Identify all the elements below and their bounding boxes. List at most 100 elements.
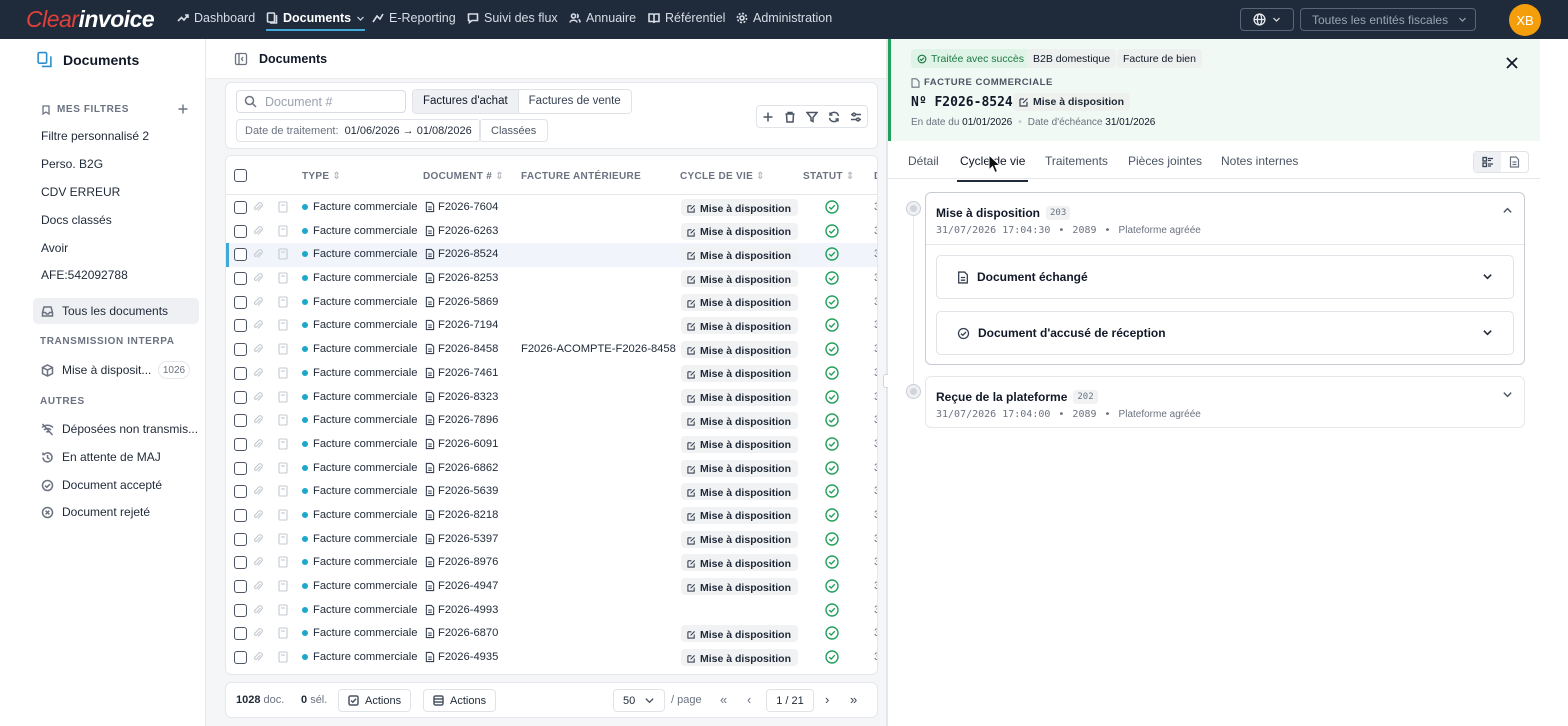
search-input[interactable]: Document # (236, 90, 406, 113)
close-icon[interactable] (1505, 56, 1519, 70)
nav-documents[interactable]: Documents (266, 11, 366, 31)
delete-button[interactable] (779, 106, 801, 127)
table-row[interactable]: Facture commerciale F2026-8253 Mise à disp… (226, 267, 877, 291)
event-card[interactable]: Reçue de la plateforme 202 31/07/2026 17:… (925, 376, 1525, 428)
row-checkbox[interactable] (234, 580, 247, 593)
sidebar-collapse-icon[interactable] (234, 52, 248, 66)
avatar[interactable]: XB (1509, 4, 1541, 36)
paperclip-icon[interactable] (253, 604, 263, 616)
paperclip-icon[interactable] (253, 462, 263, 474)
paperclip-icon[interactable] (253, 414, 263, 426)
cell-document-number[interactable]: F2026-7461 (438, 367, 498, 379)
tab-pieces-jointes[interactable]: Pièces jointes (1128, 154, 1202, 168)
table-row[interactable]: Facture commerciale F2026-4947 Mise à disp… (226, 575, 877, 599)
table-row[interactable]: Facture commerciale F2026-7194 Mise à disp… (226, 314, 877, 338)
cell-document-number[interactable]: F2026-5397 (438, 533, 498, 545)
row-checkbox[interactable] (234, 272, 247, 286)
table-row[interactable]: Facture commerciale F2026-8323 Mise à disp… (226, 386, 877, 410)
table-row[interactable]: Facture commerciale F2026-6862 Mise à disp… (226, 457, 877, 481)
paperclip-icon[interactable] (253, 272, 263, 284)
cell-document-number[interactable]: F2026-8218 (438, 509, 498, 521)
chevron-down-icon[interactable] (1502, 389, 1513, 400)
bulk-actions-button[interactable]: Actions (423, 689, 497, 712)
sidebar-filter[interactable]: CDV ERREUR (41, 185, 120, 199)
first-page-icon[interactable]: « (720, 692, 727, 707)
nav-ereporting[interactable]: E-Reporting (372, 11, 456, 25)
row-checkbox[interactable] (234, 603, 247, 617)
chevron-up-icon[interactable] (1502, 205, 1513, 216)
entity-select[interactable]: Toutes les entités fiscales (1300, 8, 1476, 31)
add-button[interactable] (757, 106, 779, 127)
row-checkbox[interactable] (234, 366, 247, 380)
seg-factures-achat[interactable]: Factures d'achat (413, 90, 518, 113)
document-preview-icon[interactable] (278, 580, 288, 592)
date-range-filter[interactable]: Date de traitement: 01/06/2026 → 01/08/2… (236, 119, 481, 142)
col-document[interactable]: DOCUMENT # ⇕ (423, 171, 504, 182)
document-view-icon[interactable] (1501, 152, 1528, 172)
row-checkbox[interactable] (234, 224, 247, 238)
table-row[interactable]: Facture commerciale F2026-5397 Mise à disp… (226, 528, 877, 552)
table-row[interactable]: Facture commerciale F2026-6091 Mise à disp… (226, 433, 877, 457)
paperclip-icon[interactable] (253, 438, 263, 450)
cell-document-number[interactable]: F2026-7194 (438, 319, 498, 331)
table-row[interactable]: Facture commerciale F2026-8976 Mise à disp… (226, 551, 877, 575)
cell-document-number[interactable]: F2026-6091 (438, 438, 498, 450)
cell-document-number[interactable]: F2026-4947 (438, 580, 498, 592)
document-preview-icon[interactable] (278, 509, 288, 521)
row-checkbox[interactable] (234, 508, 247, 522)
classees-filter[interactable]: Classées (479, 119, 549, 142)
tab-notes-internes[interactable]: Notes internes (1221, 154, 1298, 168)
table-row[interactable]: Facture commerciale F2026-4993 3 (226, 599, 877, 623)
sidebar-filter[interactable]: Filtre personnalisé 2 (41, 129, 149, 143)
sidebar-item-mise-a-disposition[interactable]: Mise à disposit... (41, 363, 151, 377)
cell-document-number[interactable]: F2026-4993 (438, 604, 498, 616)
logo[interactable]: Clearinvoice (26, 6, 155, 33)
document-preview-icon[interactable] (278, 533, 288, 545)
document-preview-icon[interactable] (278, 248, 288, 260)
row-checkbox[interactable] (234, 390, 247, 404)
document-preview-icon[interactable] (278, 272, 288, 284)
paperclip-icon[interactable] (253, 627, 263, 639)
table-row[interactable]: Facture commerciale F2026-6263 Mise à disp… (226, 220, 877, 244)
document-preview-icon[interactable] (278, 225, 288, 237)
document-preview-icon[interactable] (278, 390, 288, 403)
document-preview-icon[interactable] (278, 367, 288, 379)
table-row[interactable]: Facture commerciale F2026-5639 Mise à disp… (226, 480, 877, 504)
sidebar-filter[interactable]: Perso. B2G (41, 157, 103, 171)
sidebar-item-all-documents-label[interactable]: Tous les documents (41, 304, 168, 318)
row-checkbox[interactable] (234, 651, 247, 665)
cell-document-number[interactable]: F2026-6870 (438, 627, 498, 639)
event-title[interactable]: Reçue de la plateforme 202 (936, 390, 1098, 404)
row-checkbox[interactable] (234, 556, 247, 570)
table-row[interactable]: Facture commerciale F2026-8458 F2026-ACOMP… (226, 338, 877, 362)
sidebar-item-attente-maj[interactable]: En attente de MAJ (41, 450, 161, 464)
sidebar-filter[interactable]: Avoir (41, 241, 68, 255)
table-row[interactable]: Facture commerciale F2026-4935 Mise à disp… (226, 646, 877, 670)
paperclip-icon[interactable] (253, 509, 263, 521)
paperclip-icon[interactable] (253, 343, 263, 355)
cell-document-number[interactable]: F2026-8253 (438, 272, 498, 284)
language-button[interactable] (1240, 8, 1294, 31)
prev-page-icon[interactable]: ‹ (747, 692, 751, 707)
nav-suivi-flux[interactable]: Suivi des flux (467, 11, 558, 25)
col-type[interactable]: TYPE ⇕ (302, 171, 341, 182)
paperclip-icon[interactable] (253, 391, 263, 403)
cell-document-number[interactable]: F2026-8976 (438, 556, 498, 568)
nav-administration[interactable]: Administration (736, 11, 832, 25)
cell-document-number[interactable]: F2026-4935 (438, 651, 498, 663)
paperclip-icon[interactable] (253, 485, 263, 497)
tab-detail[interactable]: Détail (908, 154, 939, 168)
sidebar-item-document-rejete[interactable]: Document rejeté (41, 505, 150, 519)
row-checkbox[interactable] (234, 201, 247, 214)
row-checkbox[interactable] (234, 461, 247, 475)
row-checkbox[interactable] (234, 295, 247, 309)
sidebar-filter[interactable]: AFE:542092788 (41, 268, 128, 282)
table-row[interactable]: Facture commerciale F2026-8218 Mise à disp… (226, 504, 877, 528)
col-statut[interactable]: STATUT ⇕ (803, 171, 855, 182)
document-preview-icon[interactable] (278, 627, 288, 639)
cell-document-number[interactable]: F2026-8524 (438, 248, 498, 260)
select-all-checkbox[interactable] (234, 169, 247, 182)
last-page-icon[interactable]: » (850, 692, 857, 707)
page-indicator[interactable]: 1 / 21 (766, 689, 814, 712)
nav-dashboard[interactable]: Dashboard (177, 11, 255, 25)
